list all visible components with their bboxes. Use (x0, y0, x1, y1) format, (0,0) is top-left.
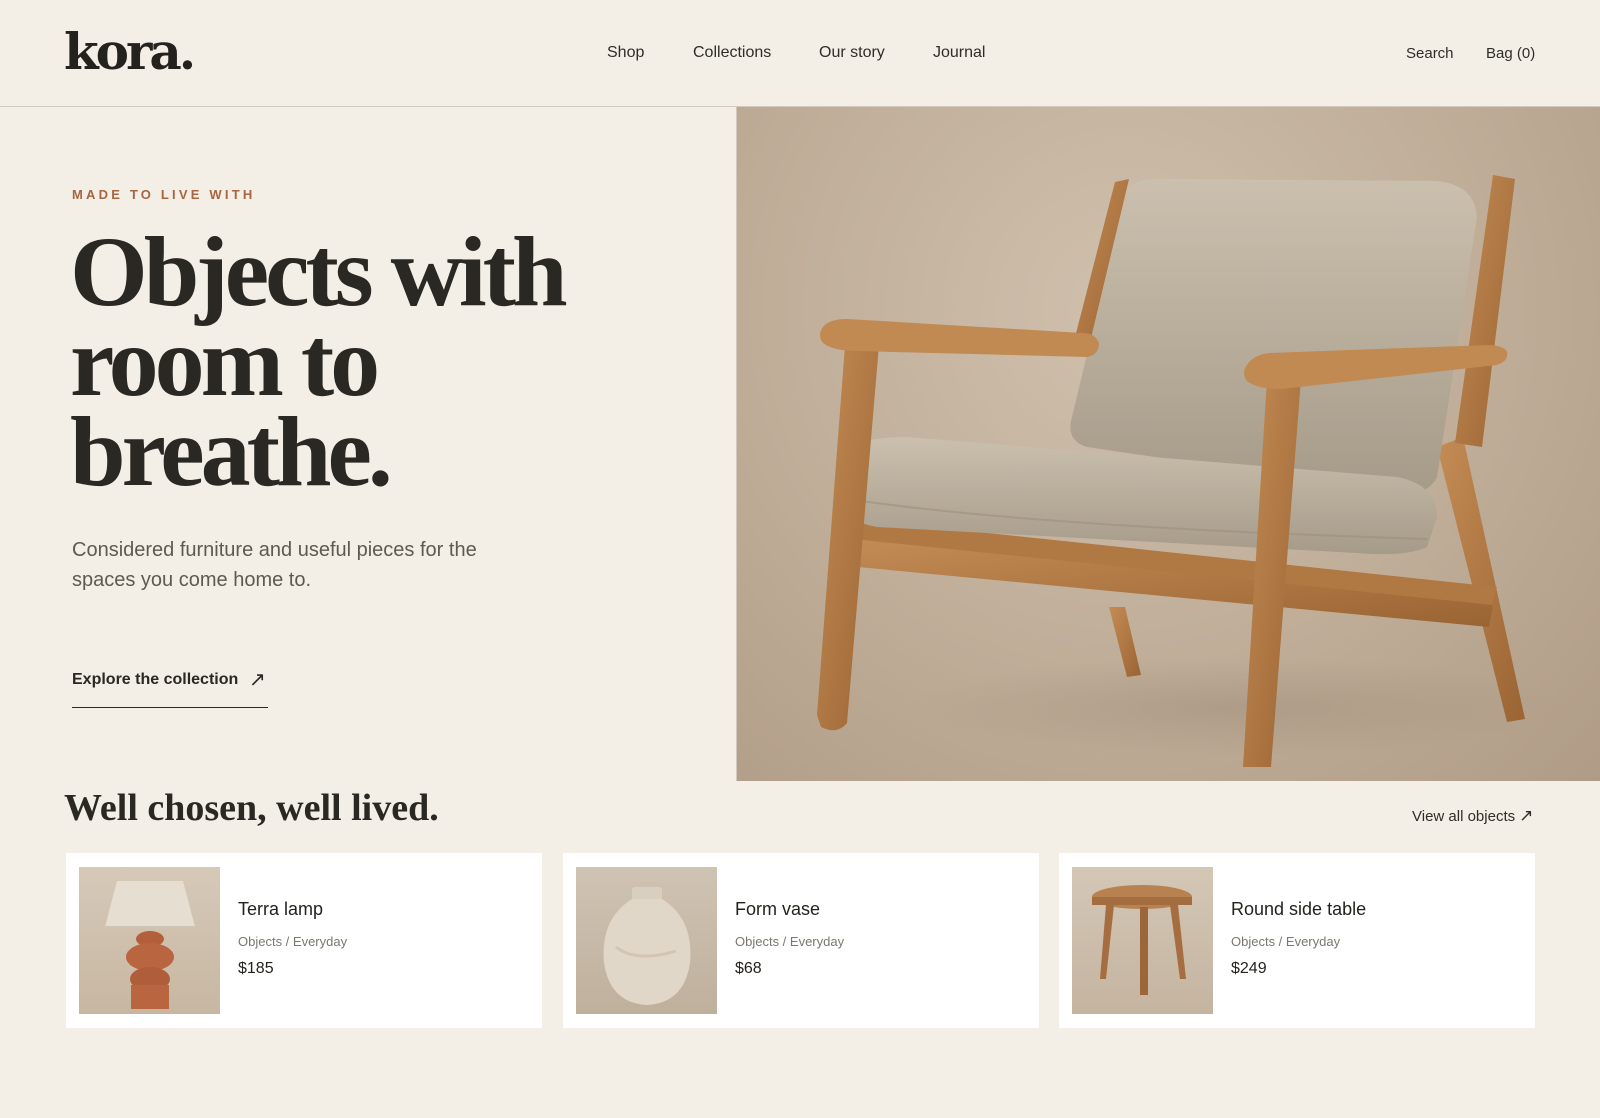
product-card-round-side-table[interactable]: Round side table Objects / Everyday $249 (1059, 853, 1535, 1028)
view-all-label: View all objects (1412, 808, 1516, 825)
product-category: Objects / Everyday (1231, 934, 1341, 949)
vase-illustration (603, 887, 691, 1005)
hero-headline-line: breathe. (70, 396, 393, 507)
hero-headline-line: room to (70, 306, 380, 417)
product-card-form-vase[interactable]: Form vase Objects / Everyday $68 (563, 853, 1039, 1028)
explore-collection-button[interactable]: Explore the collection ↗ (72, 661, 268, 708)
cta-label: Explore the collection (72, 671, 239, 688)
lamp-illustration (105, 881, 195, 1009)
product-price: $68 (735, 960, 762, 977)
product-price: $249 (1231, 960, 1267, 977)
brand-logo[interactable]: kora. (64, 22, 196, 82)
product-thumbnail (576, 867, 717, 1014)
nav-journal[interactable]: Journal (933, 43, 985, 63)
product-card-terra-lamp[interactable]: Terra lamp Objects / Everyday $185 (66, 853, 542, 1028)
hero-subtext-line: spaces you come home to. (72, 569, 312, 591)
product-name: Form vase (735, 899, 821, 919)
view-all-objects-link[interactable]: View all objects ↗ (1412, 806, 1533, 826)
nav-our-story[interactable]: Our story (819, 43, 885, 63)
product-name: Terra lamp (238, 899, 324, 919)
search-link[interactable]: Search (1406, 44, 1454, 64)
side-table-illustration (1092, 885, 1192, 995)
product-thumbnail (1072, 867, 1213, 1014)
hero-subtext-line: Considered furniture and useful pieces f… (72, 539, 477, 561)
product-name: Round side table (1231, 899, 1367, 919)
site-header: kora. Shop Collections Our story Journal… (0, 0, 1600, 107)
product-category: Objects / Everyday (238, 934, 348, 949)
product-price: $185 (238, 960, 274, 977)
product-category: Objects / Everyday (735, 934, 845, 949)
hero-chair-image (736, 107, 1600, 781)
product-thumbnail (79, 867, 220, 1014)
hero-headline-line: Objects with (70, 216, 568, 327)
hero-headline: Objects with room to breathe. (70, 216, 690, 507)
bag-link[interactable]: Bag (0) (1486, 44, 1535, 64)
nav-collections[interactable]: Collections (693, 43, 771, 63)
section-title: Well chosen, well lived. (64, 787, 439, 829)
hero-subtext: Considered furniture and useful pieces f… (72, 535, 512, 595)
hero-eyebrow: MADE TO LIVE WITH (72, 187, 256, 202)
chair-illustration (817, 175, 1567, 767)
arrow-up-right-icon: ↗ (249, 669, 266, 691)
arrow-up-right-icon: ↗ (1519, 806, 1534, 825)
nav-shop[interactable]: Shop (607, 43, 644, 63)
hero-text: MADE TO LIVE WITH Objects with room to b… (0, 107, 736, 781)
